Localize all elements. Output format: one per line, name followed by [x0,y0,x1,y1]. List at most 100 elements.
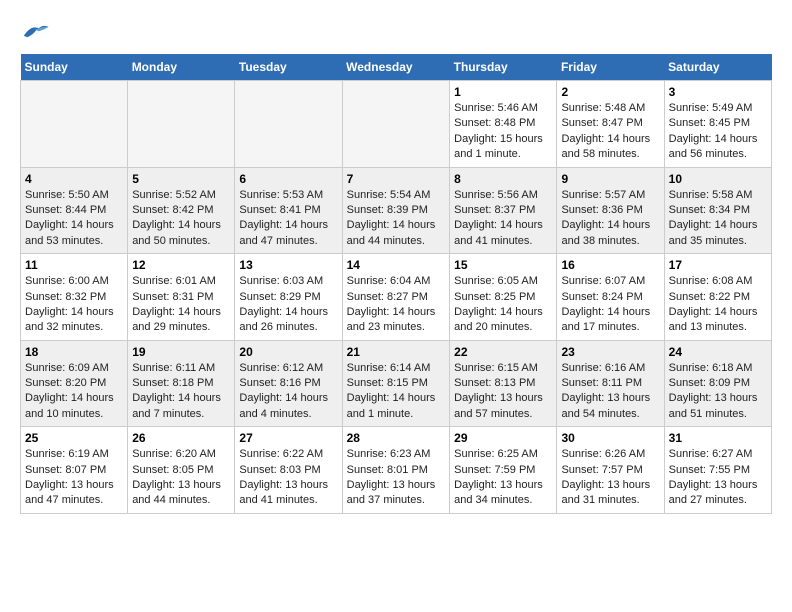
day-info: Sunrise: 6:22 AM Sunset: 8:03 PM Dayligh… [239,447,337,509]
calendar-day: 17 Sunrise: 6:08 AM Sunset: 8:22 PM Dayli… [664,254,771,341]
calendar-day: 3 Sunrise: 5:49 AM Sunset: 8:45 PM Daylig… [664,81,771,168]
calendar-day: 29Sunrise: 6:25 AM Sunset: 7:59 PM Dayli… [450,427,557,514]
calendar-day: 12 Sunrise: 6:01 AM Sunset: 8:31 PM Dayli… [128,254,235,341]
day-number: 30 [561,431,659,445]
weekday-header-row: SundayMondayTuesdayWednesdayThursdayFrid… [21,54,772,81]
day-info: Sunrise: 6:05 AM Sunset: 8:25 PM Dayligh… [454,274,552,336]
day-info: Sunrise: 6:16 AM Sunset: 8:11 PM Dayligh… [561,361,659,423]
calendar-day: 2 Sunrise: 5:48 AM Sunset: 8:47 PM Daylig… [557,81,664,168]
day-info: Sunrise: 5:57 AM Sunset: 8:36 PM Dayligh… [561,188,659,250]
calendar-day: 27Sunrise: 6:22 AM Sunset: 8:03 PM Dayli… [235,427,342,514]
day-number: 1 [454,85,552,99]
calendar-day: 26 Sunrise: 6:20 AM Sunset: 8:05 PM Dayli… [128,427,235,514]
calendar-day [128,81,235,168]
day-info: Sunrise: 5:52 AM Sunset: 8:42 PM Dayligh… [132,188,230,250]
calendar-day: 23 Sunrise: 6:16 AM Sunset: 8:11 PM Dayli… [557,340,664,427]
calendar-day: 18 Sunrise: 6:09 AM Sunset: 8:20 PM Dayli… [21,340,128,427]
page-header [20,20,772,44]
day-number: 3 [669,85,767,99]
day-number: 23 [561,345,659,359]
weekday-header-saturday: Saturday [664,54,771,81]
day-info: Sunrise: 5:49 AM Sunset: 8:45 PM Dayligh… [669,101,767,163]
calendar-day: 19 Sunrise: 6:11 AM Sunset: 8:18 PM Dayli… [128,340,235,427]
calendar-week-3: 11Sunrise: 6:00 AM Sunset: 8:32 PM Dayli… [21,254,772,341]
day-number: 25 [25,431,123,445]
weekday-header-wednesday: Wednesday [342,54,450,81]
weekday-header-friday: Friday [557,54,664,81]
day-info: Sunrise: 6:03 AM Sunset: 8:29 PM Dayligh… [239,274,337,336]
calendar-day [235,81,342,168]
day-info: Sunrise: 6:12 AM Sunset: 8:16 PM Dayligh… [239,361,337,423]
logo-bird-icon [20,20,50,44]
calendar-day: 11Sunrise: 6:00 AM Sunset: 8:32 PM Dayli… [21,254,128,341]
day-info: Sunrise: 6:04 AM Sunset: 8:27 PM Dayligh… [347,274,446,336]
calendar-week-1: 1 Sunrise: 5:46 AM Sunset: 8:48 PM Daylig… [21,81,772,168]
day-number: 14 [347,258,446,272]
calendar-week-4: 18 Sunrise: 6:09 AM Sunset: 8:20 PM Dayli… [21,340,772,427]
calendar-week-5: 25 Sunrise: 6:19 AM Sunset: 8:07 PM Dayli… [21,427,772,514]
day-number: 31 [669,431,767,445]
calendar-day [342,81,450,168]
day-number: 13 [239,258,337,272]
calendar-day: 24 Sunrise: 6:18 AM Sunset: 8:09 PM Dayli… [664,340,771,427]
calendar-week-2: 4 Sunrise: 5:50 AM Sunset: 8:44 PM Daylig… [21,167,772,254]
day-number: 22 [454,345,552,359]
calendar-day: 5 Sunrise: 5:52 AM Sunset: 8:42 PM Daylig… [128,167,235,254]
day-info: Sunrise: 6:18 AM Sunset: 8:09 PM Dayligh… [669,361,767,423]
day-number: 2 [561,85,659,99]
day-info: Sunrise: 6:00 AM Sunset: 8:32 PM Dayligh… [25,274,123,336]
day-number: 21 [347,345,446,359]
day-info: Sunrise: 6:27 AM Sunset: 7:55 PM Dayligh… [669,447,767,509]
weekday-header-tuesday: Tuesday [235,54,342,81]
day-number: 16 [561,258,659,272]
day-info: Sunrise: 6:01 AM Sunset: 8:31 PM Dayligh… [132,274,230,336]
day-number: 15 [454,258,552,272]
weekday-header-thursday: Thursday [450,54,557,81]
calendar-day: 6Sunrise: 5:53 AM Sunset: 8:41 PM Daylig… [235,167,342,254]
day-info: Sunrise: 5:53 AM Sunset: 8:41 PM Dayligh… [239,188,337,250]
day-info: Sunrise: 6:08 AM Sunset: 8:22 PM Dayligh… [669,274,767,336]
day-number: 7 [347,172,446,186]
day-number: 18 [25,345,123,359]
logo [20,20,54,44]
calendar-day: 28 Sunrise: 6:23 AM Sunset: 8:01 PM Dayli… [342,427,450,514]
day-number: 20 [239,345,337,359]
day-number: 29 [454,431,552,445]
calendar-day: 10 Sunrise: 5:58 AM Sunset: 8:34 PM Dayli… [664,167,771,254]
day-info: Sunrise: 6:20 AM Sunset: 8:05 PM Dayligh… [132,447,230,509]
day-info: Sunrise: 6:09 AM Sunset: 8:20 PM Dayligh… [25,361,123,423]
day-number: 24 [669,345,767,359]
day-info: Sunrise: 6:07 AM Sunset: 8:24 PM Dayligh… [561,274,659,336]
calendar-day: 7 Sunrise: 5:54 AM Sunset: 8:39 PM Daylig… [342,167,450,254]
day-info: Sunrise: 6:19 AM Sunset: 8:07 PM Dayligh… [25,447,123,509]
day-info: Sunrise: 5:50 AM Sunset: 8:44 PM Dayligh… [25,188,123,250]
weekday-header-sunday: Sunday [21,54,128,81]
day-number: 17 [669,258,767,272]
day-info: Sunrise: 5:56 AM Sunset: 8:37 PM Dayligh… [454,188,552,250]
calendar-day: 8Sunrise: 5:56 AM Sunset: 8:37 PM Daylig… [450,167,557,254]
day-number: 12 [132,258,230,272]
calendar-day: 14 Sunrise: 6:04 AM Sunset: 8:27 PM Dayli… [342,254,450,341]
day-info: Sunrise: 5:58 AM Sunset: 8:34 PM Dayligh… [669,188,767,250]
day-number: 19 [132,345,230,359]
day-info: Sunrise: 6:26 AM Sunset: 7:57 PM Dayligh… [561,447,659,509]
calendar-day: 4 Sunrise: 5:50 AM Sunset: 8:44 PM Daylig… [21,167,128,254]
calendar-day: 15 Sunrise: 6:05 AM Sunset: 8:25 PM Dayli… [450,254,557,341]
calendar-day: 22Sunrise: 6:15 AM Sunset: 8:13 PM Dayli… [450,340,557,427]
day-number: 26 [132,431,230,445]
day-number: 5 [132,172,230,186]
day-number: 10 [669,172,767,186]
calendar-day: 21Sunrise: 6:14 AM Sunset: 8:15 PM Dayli… [342,340,450,427]
day-info: Sunrise: 5:54 AM Sunset: 8:39 PM Dayligh… [347,188,446,250]
weekday-header-monday: Monday [128,54,235,81]
calendar-day: 20 Sunrise: 6:12 AM Sunset: 8:16 PM Dayli… [235,340,342,427]
day-info: Sunrise: 5:46 AM Sunset: 8:48 PM Dayligh… [454,101,552,163]
day-number: 28 [347,431,446,445]
day-info: Sunrise: 5:48 AM Sunset: 8:47 PM Dayligh… [561,101,659,163]
calendar-day: 13 Sunrise: 6:03 AM Sunset: 8:29 PM Dayli… [235,254,342,341]
calendar-day: 9Sunrise: 5:57 AM Sunset: 8:36 PM Daylig… [557,167,664,254]
day-info: Sunrise: 6:23 AM Sunset: 8:01 PM Dayligh… [347,447,446,509]
day-number: 4 [25,172,123,186]
day-info: Sunrise: 6:11 AM Sunset: 8:18 PM Dayligh… [132,361,230,423]
calendar-table: SundayMondayTuesdayWednesdayThursdayFrid… [20,54,772,514]
